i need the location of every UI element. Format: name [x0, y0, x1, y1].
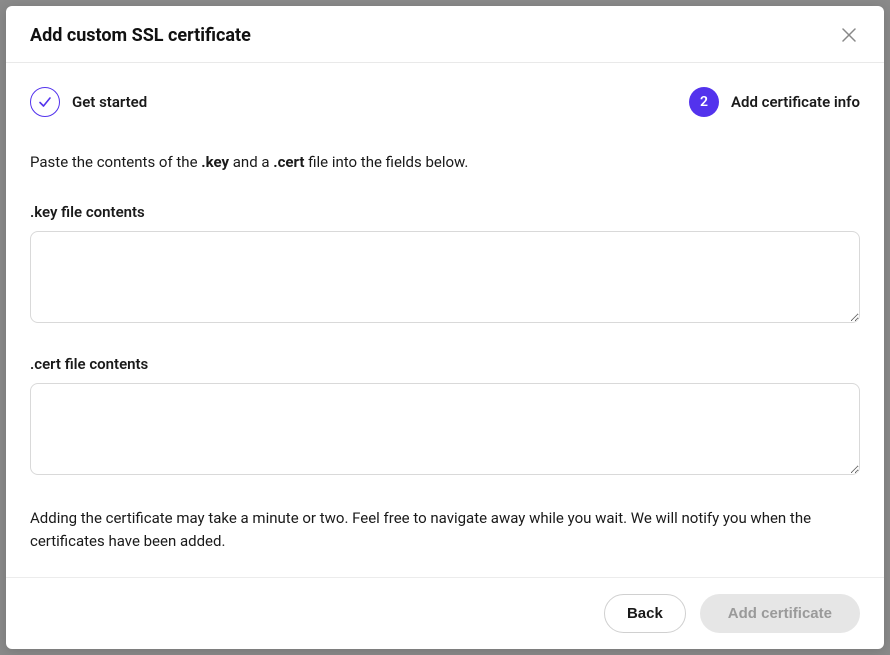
- step-label: Add certificate info: [731, 93, 860, 111]
- back-button[interactable]: Back: [604, 594, 686, 633]
- add-certificate-button[interactable]: Add certificate: [700, 594, 860, 633]
- instruction-text: Paste the contents of the .key and a .ce…: [30, 153, 860, 171]
- modal-body: Get started 2 Add certificate info Paste…: [6, 63, 884, 577]
- checkmark-icon: [38, 95, 52, 109]
- step-label: Get started: [72, 93, 147, 111]
- close-icon: [842, 28, 856, 42]
- modal-footer: Back Add certificate: [6, 577, 884, 649]
- step-indicator-done: [30, 87, 60, 117]
- ssl-certificate-modal: Add custom SSL certificate Get started 2…: [6, 6, 884, 649]
- cert-field-label: .cert file contents: [30, 355, 860, 373]
- cert-textarea[interactable]: [30, 383, 860, 475]
- cert-field-group: .cert file contents: [30, 355, 860, 479]
- modal-header: Add custom SSL certificate: [6, 6, 884, 63]
- key-field-group: .key file contents: [30, 203, 860, 327]
- step-get-started: Get started: [30, 87, 147, 117]
- key-textarea[interactable]: [30, 231, 860, 323]
- key-field-label: .key file contents: [30, 203, 860, 221]
- step-add-certificate-info: 2 Add certificate info: [689, 87, 860, 117]
- modal-title: Add custom SSL certificate: [30, 25, 251, 46]
- step-indicator-active: 2: [689, 87, 719, 117]
- note-text: Adding the certificate may take a minute…: [30, 507, 860, 554]
- stepper: Get started 2 Add certificate info: [30, 87, 860, 117]
- close-button[interactable]: [838, 24, 860, 46]
